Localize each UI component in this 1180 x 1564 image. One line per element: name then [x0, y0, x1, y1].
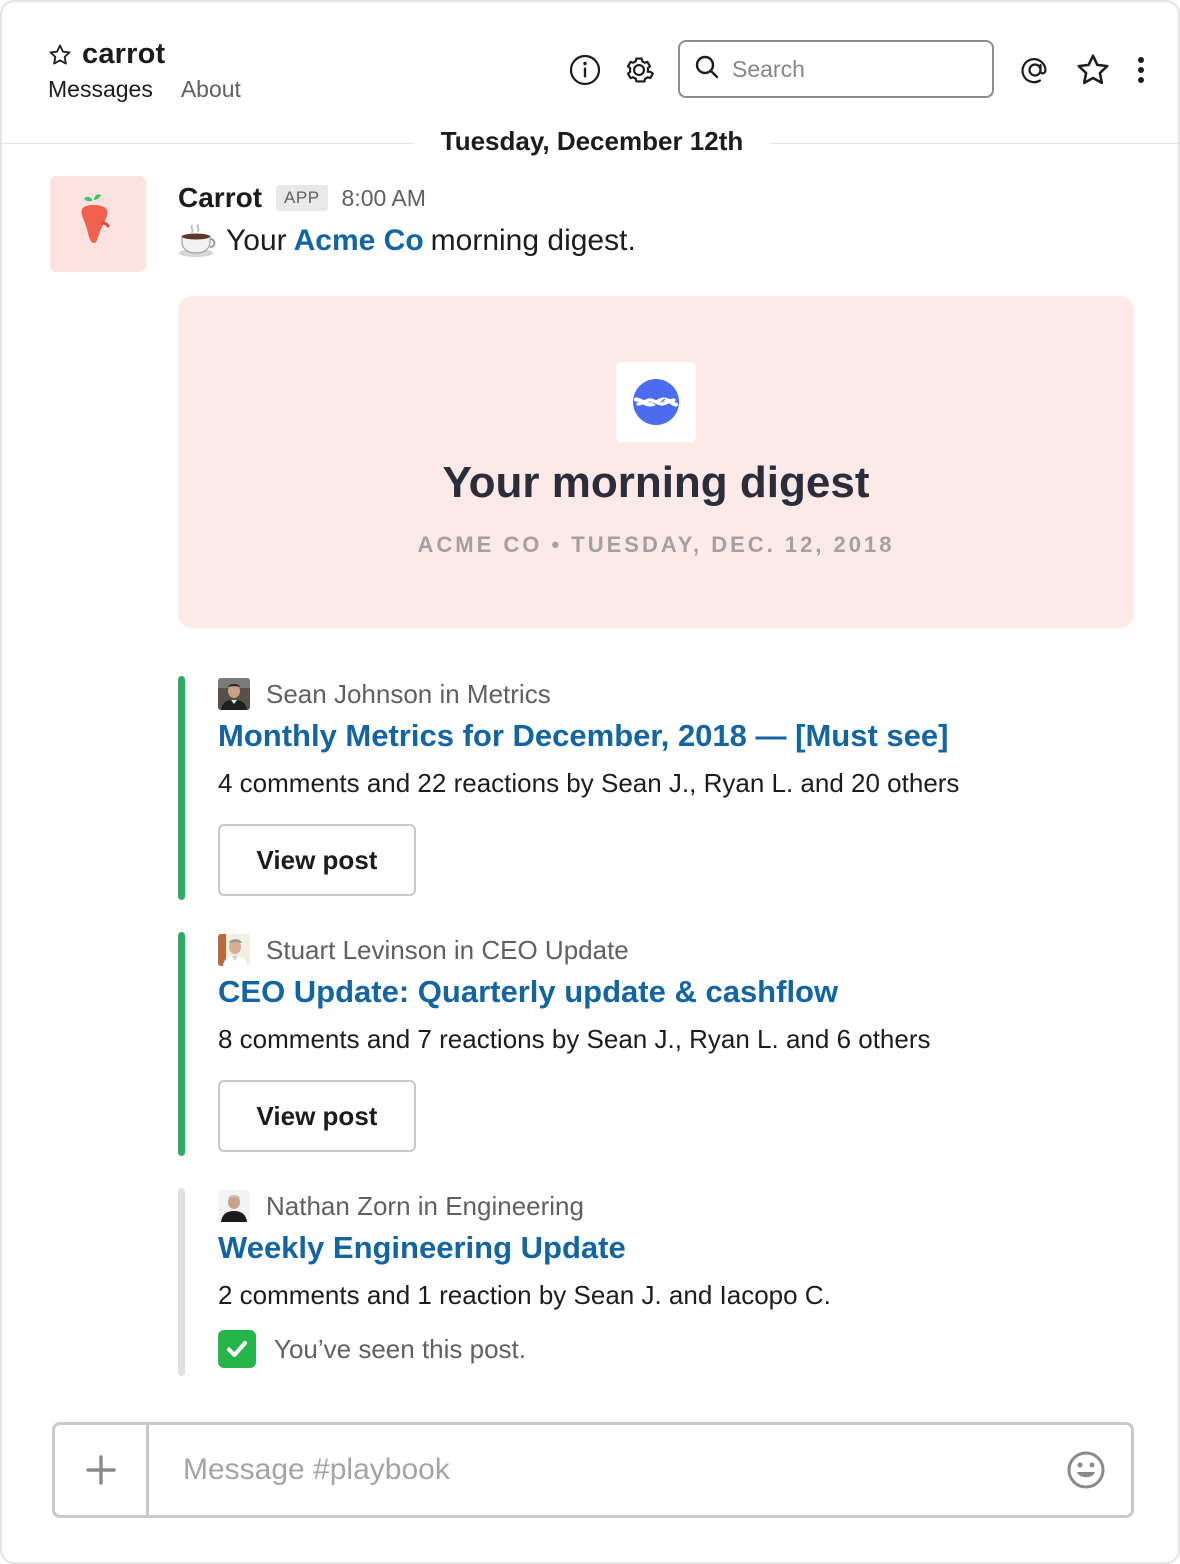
app-window: carrot Messages About Tuesday, December — [0, 0, 1180, 1564]
app-badge: APP — [276, 185, 328, 211]
post-author-row: Nathan Zorn in Engineering — [218, 1190, 584, 1222]
view-post-button[interactable]: View post — [218, 824, 416, 896]
header-tabs: Messages About — [48, 76, 269, 103]
coffee-cup-icon — [178, 224, 218, 258]
sender-name[interactable]: Carrot — [178, 182, 262, 214]
post-stats: 4 comments and 22 reactions by Sean J., … — [218, 768, 960, 798]
post-accent-bar — [178, 1188, 185, 1376]
digest-card: Your morning digest ACME CO • TUESDAY, D… — [178, 296, 1134, 628]
digest-post: Stuart Levinson in CEO Update CEO Update… — [178, 932, 1078, 1158]
plus-icon — [85, 1455, 116, 1485]
digest-post: Sean Johnson in Metrics Monthly Metrics … — [178, 676, 1078, 902]
channel-name[interactable]: carrot — [82, 38, 165, 71]
digest-title: Your morning digest — [442, 458, 870, 507]
message-text-prefix: Your — [226, 224, 287, 257]
more-vertical-icon[interactable] — [1124, 52, 1158, 88]
post-author: Nathan Zorn in Engineering — [266, 1190, 584, 1221]
post-accent-bar — [178, 932, 185, 1156]
view-post-button[interactable]: View post — [218, 1080, 416, 1152]
message-timestamp[interactable]: 8:00 AM — [342, 185, 426, 212]
carrot-icon — [81, 194, 110, 243]
author-avatar[interactable] — [218, 934, 250, 966]
message-header: Carrot APP 8:00 AM — [178, 182, 426, 214]
post-author-row: Sean Johnson in Metrics — [218, 678, 551, 710]
post-title-link[interactable]: Monthly Metrics for December, 2018 — [Mu… — [218, 718, 948, 754]
info-icon[interactable] — [567, 52, 603, 88]
check-mark-icon — [218, 1330, 256, 1368]
gear-icon[interactable] — [621, 52, 657, 88]
digest-subtitle: ACME CO • TUESDAY, DEC. 12, 2018 — [417, 532, 895, 557]
post-stats: 2 comments and 1 reaction by Sean J. and… — [218, 1280, 831, 1310]
carrot-app-avatar[interactable] — [50, 176, 146, 272]
author-avatar[interactable] — [218, 1190, 250, 1222]
star-icon[interactable] — [1075, 52, 1111, 88]
search-input[interactable] — [732, 55, 972, 83]
message-input[interactable] — [149, 1425, 1041, 1515]
post-author: Stuart Levinson in CEO Update — [266, 934, 629, 965]
star-outline-icon[interactable] — [48, 43, 72, 67]
post-accent-bar — [178, 676, 185, 900]
acme-logo-icon — [633, 379, 679, 425]
message-text: Your Acme Co morning digest. — [178, 224, 636, 258]
post-title-link[interactable]: Weekly Engineering Update — [218, 1230, 626, 1266]
acme-co-link[interactable]: Acme Co — [294, 224, 424, 258]
channel-title-row: carrot — [48, 38, 165, 71]
post-stats: 8 comments and 7 reactions by Sean J., R… — [218, 1024, 931, 1054]
post-author-row: Stuart Levinson in CEO Update — [218, 934, 629, 966]
post-author: Sean Johnson in Metrics — [266, 678, 551, 709]
seen-text: You’ve seen this post. — [274, 1333, 526, 1364]
digest-post: Nathan Zorn in Engineering Weekly Engine… — [178, 1188, 1078, 1378]
seen-indicator: You’ve seen this post. — [218, 1330, 526, 1368]
search-icon — [694, 54, 720, 85]
digest-logo — [616, 362, 696, 442]
date-divider: Tuesday, December 12th — [414, 120, 770, 164]
mention-icon[interactable] — [1017, 52, 1053, 88]
tab-about[interactable]: About — [181, 76, 241, 103]
message-text-suffix: morning digest. — [430, 224, 636, 257]
message-composer — [52, 1422, 1134, 1518]
add-attachment-button[interactable] — [55, 1425, 149, 1515]
search-box[interactable] — [678, 40, 994, 98]
tab-messages[interactable]: Messages — [48, 76, 153, 103]
emoji-picker-icon[interactable] — [1041, 1425, 1131, 1515]
author-avatar[interactable] — [218, 678, 250, 710]
post-title-link[interactable]: CEO Update: Quarterly update & cashflow — [218, 974, 838, 1010]
